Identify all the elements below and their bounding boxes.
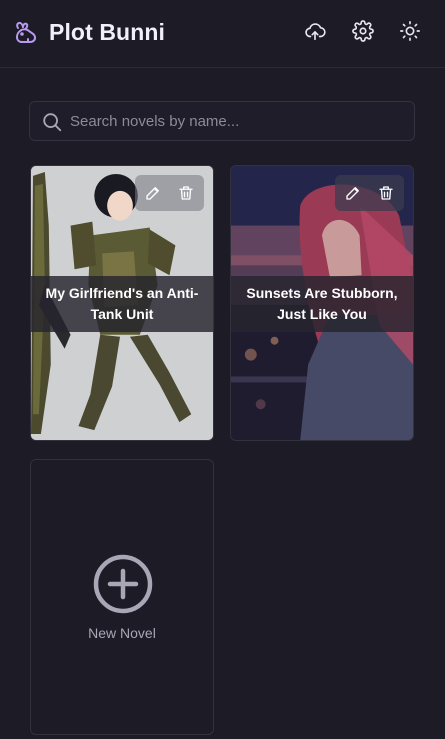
cloud-upload-icon xyxy=(305,23,326,41)
settings-button[interactable] xyxy=(352,20,376,44)
pencil-icon xyxy=(346,187,359,200)
gear-icon xyxy=(352,20,374,42)
novel-card[interactable]: Sunsets Are Stubborn, Just Like You xyxy=(230,165,414,441)
search-input[interactable] xyxy=(70,102,400,140)
new-novel-label: New Novel xyxy=(88,625,156,641)
trash-icon xyxy=(379,186,393,200)
cloud-upload-button[interactable] xyxy=(304,20,328,44)
plus-circle-icon xyxy=(93,554,153,614)
novel-card[interactable]: My Girlfriend's an Anti-Tank Unit xyxy=(30,165,214,441)
card-title-bar: Sunsets Are Stubborn, Just Like You xyxy=(231,276,413,332)
card-actions xyxy=(135,175,204,211)
new-novel-card[interactable]: New Novel xyxy=(30,459,214,735)
novel-title: My Girlfriend's an Anti-Tank Unit xyxy=(45,285,199,322)
app-title: Plot Bunni xyxy=(49,19,165,45)
search-bar xyxy=(29,101,415,141)
search-icon xyxy=(43,113,62,132)
theme-toggle-button[interactable] xyxy=(399,20,423,44)
trash-icon xyxy=(179,186,193,200)
card-title-bar: My Girlfriend's an Anti-Tank Unit xyxy=(31,276,213,332)
sun-icon xyxy=(400,21,420,41)
delete-button[interactable] xyxy=(377,184,395,202)
app-header: Plot Bunni xyxy=(0,0,445,68)
edit-button[interactable] xyxy=(344,184,362,202)
pencil-icon xyxy=(146,187,159,200)
novel-title: Sunsets Are Stubborn, Just Like You xyxy=(246,285,398,322)
edit-button[interactable] xyxy=(144,184,162,202)
rabbit-icon xyxy=(16,21,37,43)
delete-button[interactable] xyxy=(177,184,195,202)
card-actions xyxy=(335,175,404,211)
